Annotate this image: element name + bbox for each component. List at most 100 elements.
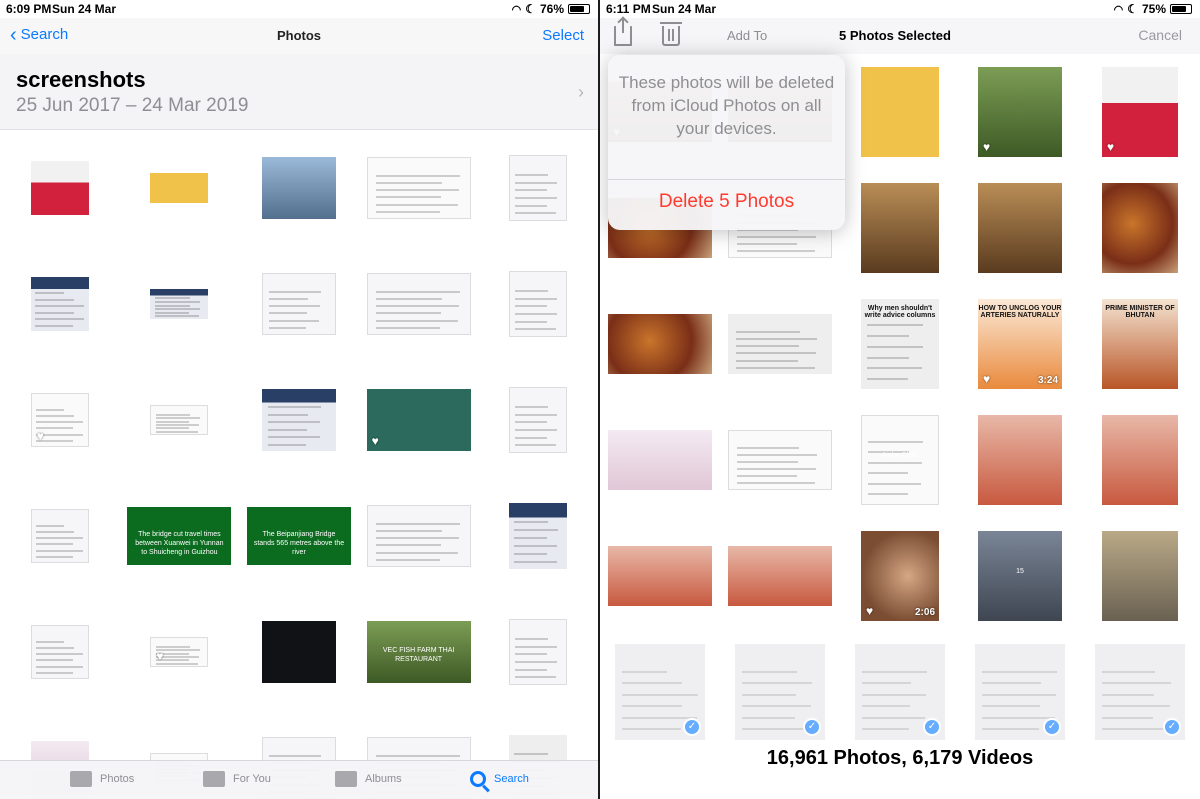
photo-cell[interactable]	[0, 594, 120, 710]
tab-albums[interactable]: Albums	[335, 771, 402, 787]
photo-cell[interactable]: The bridge cut travel times between Xuan…	[120, 478, 240, 594]
photo-thumbnail[interactable]	[509, 387, 568, 453]
photo-thumbnail[interactable]	[366, 505, 471, 567]
photo-cell[interactable]	[0, 478, 120, 594]
photo-thumbnail[interactable]: PRIME MINISTER OF BHUTAN	[1102, 299, 1178, 389]
photo-thumbnail[interactable]	[608, 314, 712, 374]
photo-cell[interactable]: ♥ 2:06	[840, 518, 960, 634]
cancel-button[interactable]: Cancel	[1138, 27, 1182, 43]
photo-cell[interactable]	[478, 478, 598, 594]
photo-cell[interactable]: ♥	[1080, 54, 1200, 170]
photo-cell[interactable]: ♥	[960, 54, 1080, 170]
photo-cell[interactable]	[720, 518, 840, 634]
photo-thumbnail[interactable]: ✓	[735, 644, 825, 740]
select-button[interactable]: Select	[542, 27, 584, 44]
photo-thumbnail[interactable]	[978, 183, 1062, 273]
photo-cell[interactable]	[239, 246, 359, 362]
photo-cell[interactable]: ✓	[600, 634, 720, 750]
photo-cell[interactable]	[840, 54, 960, 170]
photo-thumbnail[interactable]	[150, 173, 209, 203]
add-to-button[interactable]: Add To	[727, 28, 767, 43]
photo-thumbnail[interactable]: ♥	[30, 393, 89, 447]
photo-cell[interactable]: Why men shouldn't write advice columns	[840, 286, 960, 402]
tab-for-you[interactable]: For You	[203, 771, 271, 787]
photo-thumbnail[interactable]	[261, 389, 336, 451]
photo-thumbnail[interactable]: The bridge cut travel times between Xuan…	[127, 507, 232, 565]
photo-thumbnail[interactable]	[978, 415, 1062, 505]
photo-cell[interactable]	[120, 246, 240, 362]
photo-cell[interactable]: 15	[960, 518, 1080, 634]
photo-thumbnail[interactable]	[1102, 183, 1178, 273]
photo-cell[interactable]	[120, 362, 240, 478]
photo-cell[interactable]	[1080, 170, 1200, 286]
photo-thumbnail[interactable]: The Beipanjiang Bridge stands 565 metres…	[246, 507, 351, 565]
photo-thumbnail[interactable]	[728, 430, 832, 490]
photo-cell[interactable]: ✓	[960, 634, 1080, 750]
photo-thumbnail[interactable]: ♥	[366, 389, 471, 451]
photo-cell[interactable]	[0, 130, 120, 246]
photo-thumbnail[interactable]: ✓	[615, 644, 705, 740]
photo-thumbnail[interactable]: ♥	[978, 67, 1062, 157]
photo-cell[interactable]	[720, 402, 840, 518]
photo-thumbnail[interactable]	[509, 155, 568, 221]
photo-thumbnail[interactable]: HOW TO UNCLOG YOUR ARTERIES NATURALLY ♥ 3:…	[978, 299, 1062, 389]
photo-cell[interactable]	[600, 518, 720, 634]
photo-thumbnail[interactable]: ✓	[855, 644, 945, 740]
photo-cell[interactable]	[120, 130, 240, 246]
photo-thumbnail[interactable]	[1102, 415, 1178, 505]
photo-thumbnail[interactable]	[366, 273, 471, 335]
photo-cell[interactable]: The Beipanjiang Bridge stands 565 metres…	[239, 478, 359, 594]
photo-thumbnail[interactable]	[608, 546, 712, 606]
tab-search[interactable]: Search	[470, 771, 529, 787]
photo-cell[interactable]	[478, 362, 598, 478]
photo-thumbnail[interactable]: ✓	[975, 644, 1065, 740]
photo-thumbnail[interactable]	[30, 277, 89, 331]
photo-thumbnail[interactable]: ✓	[1095, 644, 1185, 740]
photo-thumbnail[interactable]	[261, 157, 336, 219]
photo-thumbnail[interactable]: Why men shouldn't write advice columns	[861, 299, 939, 389]
photo-cell[interactable]: ♥	[120, 594, 240, 710]
photo-cell[interactable]	[840, 170, 960, 286]
photo-thumbnail[interactable]	[261, 621, 336, 683]
photo-thumbnail[interactable]	[150, 405, 209, 435]
tab-photos[interactable]: Photos	[70, 771, 134, 787]
photo-thumbnail[interactable]	[608, 430, 712, 490]
photo-thumbnail[interactable]	[728, 546, 832, 606]
photo-cell[interactable]: PRIME MINISTER OF BHUTAN	[1080, 286, 1200, 402]
photo-cell[interactable]	[1080, 518, 1200, 634]
photo-thumbnail[interactable]	[509, 271, 568, 337]
photo-cell[interactable]: ✓	[1080, 634, 1200, 750]
photo-thumbnail[interactable]: VEC FISH FARM THAI RESTAURANT	[366, 621, 471, 683]
delete-photos-button[interactable]: Delete 5 Photos	[608, 191, 845, 213]
photo-cell[interactable]	[478, 130, 598, 246]
photo-cell[interactable]	[1080, 402, 1200, 518]
share-icon[interactable]	[614, 19, 632, 46]
photo-cell[interactable]: HOW TO UNCLOG YOUR ARTERIES NATURALLY ♥ 3:…	[960, 286, 1080, 402]
photo-thumbnail[interactable]: ♥	[1102, 67, 1178, 157]
photo-thumbnail[interactable]: Ajahn Chah	[861, 415, 939, 505]
photo-cell[interactable]: ♥	[359, 362, 479, 478]
photo-cell[interactable]	[0, 246, 120, 362]
photo-cell[interactable]	[960, 402, 1080, 518]
photo-cell[interactable]	[720, 286, 840, 402]
photo-cell[interactable]: VEC FISH FARM THAI RESTAURANT	[359, 594, 479, 710]
photo-thumbnail[interactable]	[1102, 531, 1178, 621]
photo-thumbnail[interactable]	[509, 619, 568, 685]
photo-cell[interactable]	[478, 594, 598, 710]
photo-cell[interactable]: ✓	[720, 634, 840, 750]
trash-icon[interactable]	[660, 22, 682, 46]
photo-thumbnail[interactable]: ♥ 2:06	[861, 531, 939, 621]
photo-thumbnail[interactable]	[30, 625, 89, 679]
photo-thumbnail[interactable]	[861, 183, 939, 273]
photo-thumbnail[interactable]	[861, 67, 939, 157]
photo-cell[interactable]	[239, 130, 359, 246]
photo-thumbnail[interactable]: ♥	[150, 637, 209, 667]
photo-cell[interactable]: ✓	[840, 634, 960, 750]
photo-thumbnail[interactable]	[366, 157, 471, 219]
photo-cell[interactable]	[600, 286, 720, 402]
photo-thumbnail[interactable]	[728, 314, 832, 374]
album-header[interactable]: screenshots 25 Jun 2017 – 24 Mar 2019 ›	[0, 54, 598, 130]
photo-cell[interactable]	[478, 246, 598, 362]
photo-cell[interactable]	[960, 170, 1080, 286]
photo-cell[interactable]	[239, 362, 359, 478]
